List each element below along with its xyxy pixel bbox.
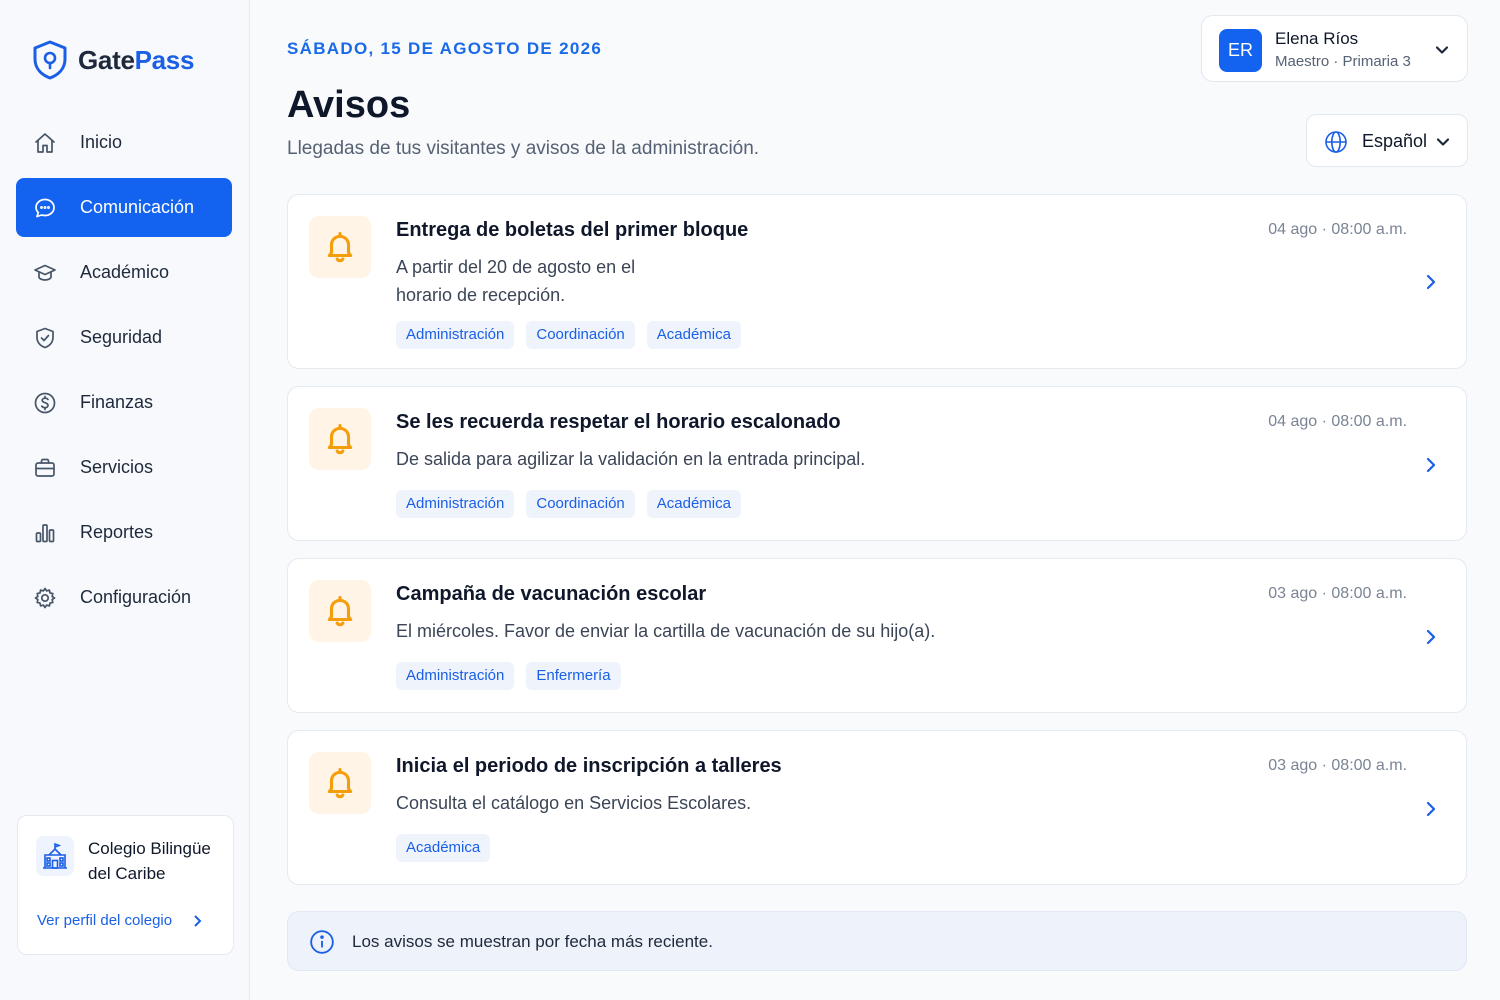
- notice-tags: Administración Coordinación Académica: [396, 490, 741, 518]
- notice-time: 04 ago · 08:00 a.m.: [1268, 413, 1407, 430]
- school-profile-link-label: Ver perfil del colegio: [37, 912, 173, 929]
- sidebar-item-label: Seguridad: [80, 327, 163, 347]
- chevron-right-icon[interactable]: [1423, 272, 1439, 292]
- notice-card[interactable]: Campaña de vacunación escolar El miércol…: [287, 558, 1467, 713]
- sidebar-nav: Inicio Comunicación Académico Seguridad …: [16, 113, 232, 633]
- sidebar-item-inicio[interactable]: Inicio: [16, 113, 232, 172]
- user-name: Elena Ríos: [1275, 29, 1359, 48]
- sidebar-item-reportes[interactable]: Reportes: [16, 503, 232, 562]
- bell-icon: [309, 216, 371, 278]
- tag: Académica: [646, 490, 741, 518]
- notice-title: Entrega de boletas del primer bloque: [396, 219, 749, 241]
- home-icon: [35, 132, 55, 153]
- notice-card[interactable]: Entrega de boletas del primer bloque A p…: [287, 194, 1467, 369]
- tag: Enfermería: [526, 662, 621, 690]
- info-icon: [310, 930, 334, 954]
- info-banner: Los avisos se muestran por fecha más rec…: [287, 911, 1467, 971]
- school-profile-link[interactable]: Ver perfil del colegio: [37, 912, 204, 929]
- tag: Administración: [396, 321, 515, 349]
- chat-icon: [35, 198, 55, 217]
- notice-card[interactable]: Se les recuerda respetar el horario esca…: [287, 386, 1467, 541]
- graduation-cap-icon: [34, 264, 56, 281]
- school-building-icon: [36, 836, 74, 876]
- tag: Administración: [396, 662, 515, 690]
- avatar: ER: [1219, 29, 1262, 72]
- notice-title: Inicia el periodo de inscripción a talle…: [396, 755, 782, 777]
- notice-time: 04 ago · 08:00 a.m.: [1268, 221, 1407, 238]
- tag: Académica: [646, 321, 741, 349]
- sidebar-item-seguridad[interactable]: Seguridad: [16, 308, 232, 367]
- user-role: Maestro · Primaria 3: [1275, 53, 1411, 70]
- brand-logo[interactable]: GatePass: [32, 40, 194, 80]
- page-title: Avisos: [287, 84, 411, 126]
- brand-name: GatePass: [78, 44, 195, 75]
- shield-check-icon: [36, 327, 54, 348]
- bell-icon: [309, 752, 371, 814]
- sidebar-item-label: Servicios: [80, 457, 154, 477]
- tag: Administración: [396, 490, 515, 518]
- shield-logo-icon: [33, 40, 67, 80]
- sidebar-item-label: Reportes: [80, 522, 154, 542]
- notice-time: 03 ago · 08:00 a.m.: [1268, 585, 1407, 602]
- language-select[interactable]: Español: [1306, 114, 1468, 167]
- notice-title: Campaña de vacunación escolar: [396, 583, 707, 605]
- sidebar-item-label: Académico: [80, 262, 170, 282]
- sidebar-item-configuracion[interactable]: Configuración: [16, 568, 232, 627]
- notice-tags: Académica: [396, 834, 491, 862]
- sidebar-item-label: Finanzas: [80, 392, 154, 412]
- chevron-down-icon: [1435, 46, 1449, 54]
- chevron-right-icon[interactable]: [1423, 799, 1439, 819]
- chevron-down-icon: [1436, 138, 1450, 146]
- globe-icon: [1325, 131, 1347, 153]
- notice-body: Consulta el catálogo en Servicios Escola…: [396, 793, 752, 813]
- tag: Académica: [396, 834, 491, 862]
- school-name: Colegio Bilingüe del Caribe: [88, 839, 211, 883]
- chevron-right-icon[interactable]: [1423, 455, 1439, 475]
- notice-body: El miércoles. Favor de enviar la cartill…: [396, 621, 936, 641]
- notice-time: 03 ago · 08:00 a.m.: [1268, 757, 1407, 774]
- dollar-circle-icon: [34, 392, 56, 413]
- sidebar-item-label: Configuración: [80, 587, 192, 607]
- sidebar-item-finanzas[interactable]: Finanzas: [16, 373, 232, 432]
- gear-icon: [34, 587, 56, 608]
- sidebar-item-servicios[interactable]: Servicios: [16, 438, 232, 497]
- notice-title: Se les recuerda respetar el horario esca…: [396, 411, 841, 433]
- sidebar-item-label: Comunicación: [80, 197, 195, 217]
- sidebar-item-label: Inicio: [80, 132, 123, 152]
- user-menu[interactable]: ER Elena Ríos Maestro · Primaria 3: [1201, 15, 1468, 82]
- notice-tags: Administración Enfermería: [396, 662, 621, 690]
- chevron-right-icon[interactable]: [1423, 627, 1439, 647]
- chevron-right-icon: [194, 914, 202, 927]
- briefcase-icon: [35, 458, 55, 477]
- page-subtitle: Llegadas de tus visitantes y avisos de l…: [287, 138, 760, 159]
- language-label: Español: [1362, 131, 1428, 151]
- school-card: Colegio Bilingüe del Caribe Ver perfil d…: [17, 815, 234, 955]
- notice-tags: Administración Coordinación Académica: [396, 321, 741, 349]
- tag: Coordinación: [526, 490, 635, 518]
- bell-icon: [309, 580, 371, 642]
- tag: Coordinación: [526, 321, 635, 349]
- info-text: Los avisos se muestran por fecha más rec…: [352, 932, 713, 951]
- sidebar-item-comunicacion[interactable]: Comunicación: [16, 178, 232, 237]
- sidebar-item-academico[interactable]: Académico: [16, 243, 232, 302]
- current-date: SÁBADO, 15 DE AGOSTO DE 2026: [287, 39, 603, 58]
- sidebar: GatePass Inicio Comunicación Académico S…: [0, 0, 250, 1000]
- bell-icon: [309, 408, 371, 470]
- notice-body: De salida para agilizar la validación en…: [396, 449, 866, 469]
- bar-chart-icon: [35, 523, 55, 542]
- notice-card[interactable]: Inicia el periodo de inscripción a talle…: [287, 730, 1467, 885]
- notice-body: A partir del 20 de agosto en el horario …: [396, 257, 636, 305]
